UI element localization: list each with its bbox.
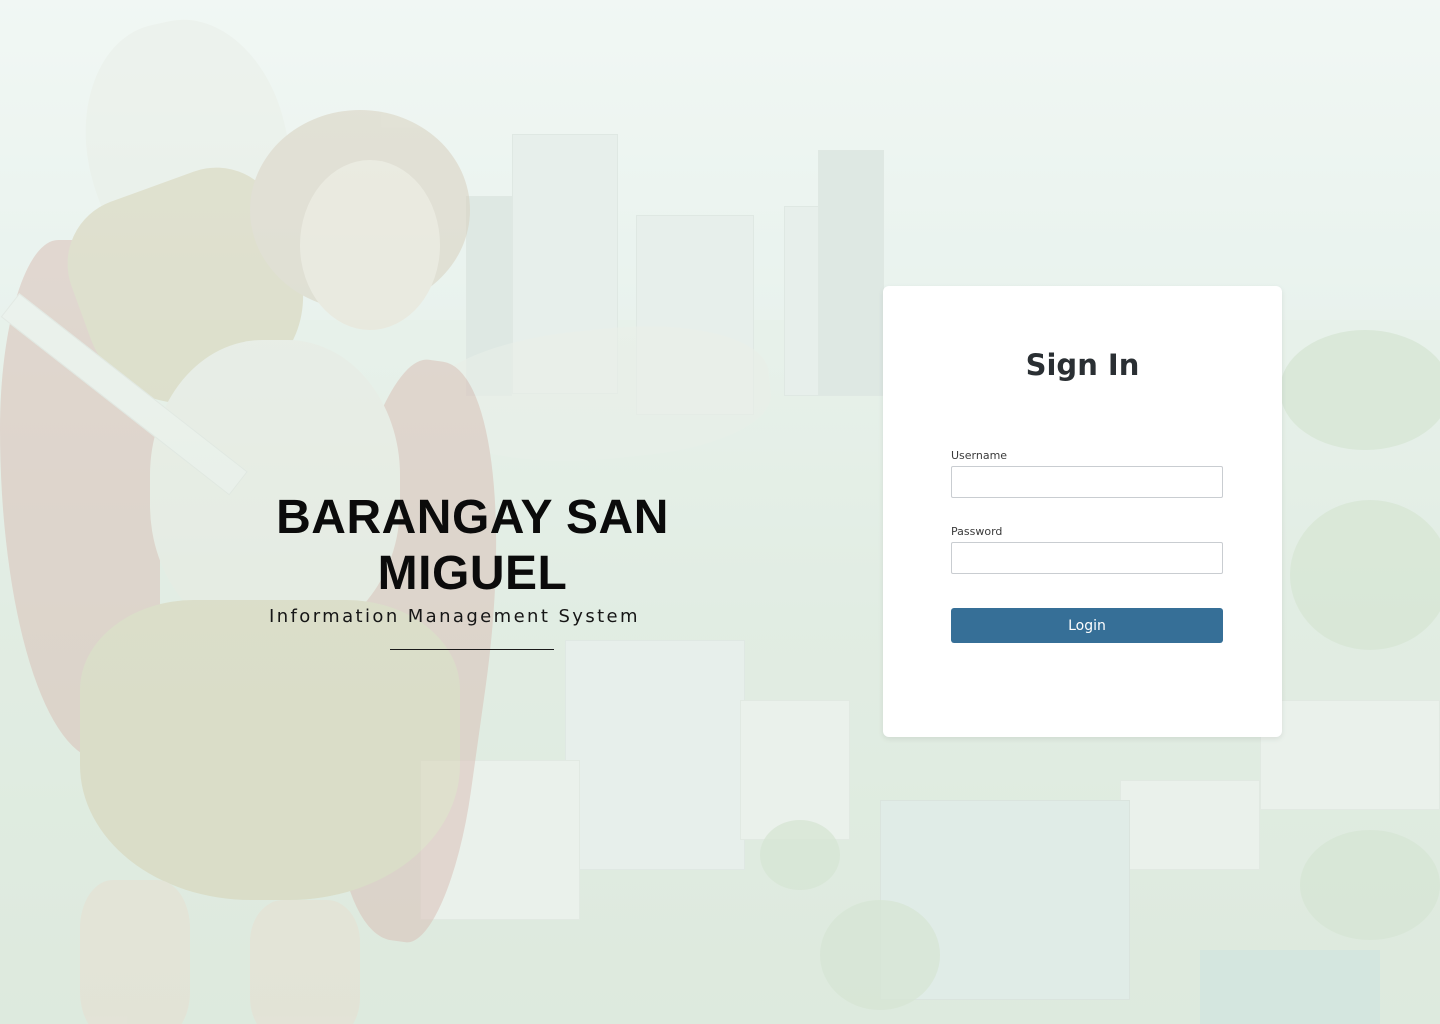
login-heading: Sign In	[1025, 348, 1140, 382]
username-label: Username	[951, 449, 1008, 462]
brand-block: BARANGAY SAN MIGUEL Information Manageme…	[180, 490, 765, 650]
login-card: Sign In Username Password Login	[883, 286, 1282, 737]
page-title: BARANGAY SAN MIGUEL	[276, 491, 669, 600]
login-button[interactable]: Login	[951, 608, 1223, 643]
password-label: Password	[951, 525, 1003, 538]
title-divider	[390, 649, 554, 650]
username-input[interactable]	[951, 466, 1223, 498]
password-input[interactable]	[951, 542, 1223, 574]
page-subtitle: Information Management System	[269, 606, 640, 627]
